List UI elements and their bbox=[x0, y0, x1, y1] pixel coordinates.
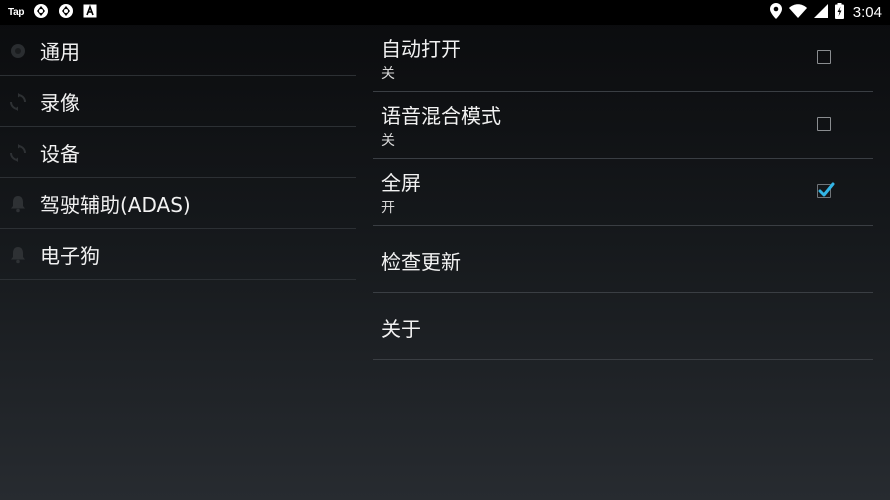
pref-voice-mix-mode[interactable]: 语音混合模式 关 bbox=[373, 92, 873, 159]
pref-summary: 开 bbox=[381, 200, 395, 216]
sidebar-item-label: 电子狗 bbox=[40, 244, 100, 268]
pref-title: 语音混合模式 bbox=[381, 104, 501, 128]
aperture-icon bbox=[58, 3, 74, 23]
pref-check-update[interactable]: 检查更新 bbox=[373, 226, 873, 293]
pref-summary: 关 bbox=[381, 66, 395, 82]
wifi-icon bbox=[788, 3, 807, 22]
sync-icon bbox=[8, 92, 28, 112]
pref-about[interactable]: 关于 bbox=[373, 293, 873, 360]
pref-title: 检查更新 bbox=[381, 250, 461, 274]
pref-summary: 关 bbox=[381, 133, 395, 149]
pref-fullscreen[interactable]: 全屏 开 bbox=[373, 159, 873, 226]
sync-icon bbox=[8, 143, 28, 163]
sidebar-item-adas[interactable]: 驾驶辅助(ADAS) bbox=[0, 178, 356, 229]
sidebar-item-recording[interactable]: 录像 bbox=[0, 76, 356, 127]
sidebar-item-label: 驾驶辅助(ADAS) bbox=[40, 193, 191, 217]
bell-icon bbox=[8, 245, 28, 265]
bell-icon bbox=[8, 194, 28, 214]
status-bar: Tap 3:04 bbox=[0, 0, 890, 25]
sidebar-item-device[interactable]: 设备 bbox=[0, 127, 356, 178]
aperture-icon bbox=[33, 3, 49, 23]
checkmark-icon bbox=[818, 182, 835, 197]
tap-label: Tap bbox=[8, 7, 25, 18]
sidebar-item-general[interactable]: 通用 bbox=[0, 25, 356, 76]
status-bar-left: Tap bbox=[8, 0, 97, 25]
a-box-icon bbox=[83, 3, 97, 22]
preference-list: 自动打开 关 语音混合模式 关 全屏 开 检查更新 关于 bbox=[373, 25, 873, 360]
pref-title: 全屏 bbox=[381, 171, 421, 195]
signal-icon bbox=[813, 3, 828, 22]
pref-title: 关于 bbox=[381, 317, 421, 341]
settings-sidebar: 通用 录像 设备 驾驶辅助(ADAS) 电子狗 bbox=[0, 25, 356, 280]
fullscreen-checkbox[interactable] bbox=[817, 182, 835, 198]
status-bar-right: 3:04 bbox=[769, 0, 882, 25]
voice-mix-mode-checkbox[interactable] bbox=[817, 117, 831, 131]
sidebar-item-speed-camera[interactable]: 电子狗 bbox=[0, 229, 356, 280]
clock: 3:04 bbox=[852, 4, 882, 21]
sidebar-item-label: 设备 bbox=[40, 142, 80, 166]
auto-open-checkbox[interactable] bbox=[817, 50, 831, 64]
sidebar-item-label: 通用 bbox=[40, 40, 80, 64]
pref-title: 自动打开 bbox=[381, 37, 461, 61]
battery-charging-icon bbox=[834, 2, 844, 23]
settings-icon bbox=[8, 41, 28, 61]
sidebar-item-label: 录像 bbox=[40, 91, 80, 115]
pref-auto-open[interactable]: 自动打开 关 bbox=[373, 25, 873, 92]
location-icon bbox=[769, 2, 782, 23]
